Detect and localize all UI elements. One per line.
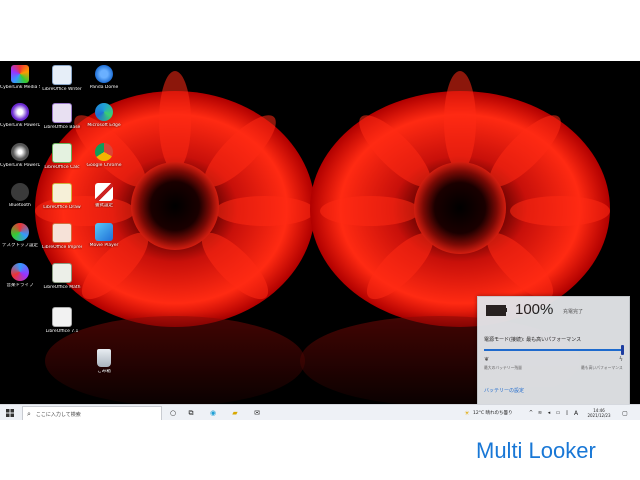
- brand-logo: Multi Looker: [476, 438, 596, 463]
- libreoffice-writer-icon: [52, 65, 72, 85]
- leaf-icon: ❦: [484, 356, 490, 363]
- libreoffice-math-icon: [52, 263, 72, 283]
- battery-tray-icon[interactable]: ▭: [554, 405, 562, 420]
- powerdirector-icon: [11, 143, 29, 161]
- ime-indicator[interactable]: A: [572, 405, 580, 420]
- recycle-bin-icon: [97, 349, 111, 367]
- speaker-icon[interactable]: ◂: [545, 405, 553, 420]
- tray-misc-icon[interactable]: ▯: [563, 405, 571, 420]
- notification-icon[interactable]: ▢: [619, 405, 631, 420]
- performance-icon: ϟ: [619, 356, 623, 363]
- taskbar: ⌕ ここに入力して検索 ○ ⧉ ◉ ▰ ✉ ☀ 12°C 晴れのち曇り ^ ≋ …: [0, 404, 640, 420]
- libreoffice-base-icon: [52, 103, 72, 123]
- desktop-screen: CyberLink Media Suite 10 LibreOffice Wri…: [0, 61, 640, 420]
- cyberlink-media-suite-icon: [11, 65, 29, 83]
- libreoffice-icon: [52, 307, 72, 327]
- mail-icon[interactable]: ✉: [250, 405, 264, 420]
- task-view-icon[interactable]: ⧉: [184, 405, 198, 420]
- desktop-icon-pen-tool[interactable]: 書式設定: [84, 183, 124, 208]
- bluetooth-icon: [11, 183, 29, 201]
- battery-icon: [486, 305, 506, 316]
- desktop-icon-libreoffice-math[interactable]: LibreOffice Math: [42, 263, 82, 290]
- desktop-icon-libreoffice[interactable]: LibreOffice 7.1: [42, 307, 82, 334]
- edge-icon: [95, 103, 113, 121]
- weather-icon[interactable]: ☀: [462, 405, 472, 420]
- cortana-icon[interactable]: ○: [166, 405, 180, 420]
- desktop-icon-libreoffice-writer[interactable]: LibreOffice Writer: [42, 65, 82, 92]
- tray-chevron-up-icon[interactable]: ^: [527, 405, 535, 420]
- desktop-icon-movie-player[interactable]: Movie Player: [84, 223, 124, 248]
- libreoffice-draw-icon: [52, 183, 72, 203]
- desktop-icon-libreoffice-draw[interactable]: LibreOffice Draw: [42, 183, 82, 210]
- movie-player-icon: [95, 223, 113, 241]
- desktop-icon-desktop-settings[interactable]: デスクトップ設定: [0, 223, 40, 248]
- battery-settings-link[interactable]: バッテリーの設定: [484, 387, 524, 394]
- clock[interactable]: 14:46 2021/12/23: [584, 405, 614, 420]
- desktop-icon-libreoffice-calc[interactable]: LibreOffice Calc: [42, 143, 82, 170]
- taskbar-edge-icon[interactable]: ◉: [206, 405, 220, 420]
- clock-date: 2021/12/23: [587, 413, 611, 418]
- chrome-icon: [95, 143, 113, 161]
- power-mode-label: 電源モード(接続): 最も高いパフォーマンス: [484, 337, 582, 343]
- panda-dome-icon: [95, 65, 113, 83]
- power-mode-slider-track[interactable]: [484, 349, 624, 351]
- desktop-icon-powerdvd[interactable]: CyberLink PowerDVD 12: [0, 103, 40, 128]
- desktop-icon-libreoffice-base[interactable]: LibreOffice Base: [42, 103, 82, 130]
- desktop-icon-chrome[interactable]: Google Chrome: [84, 143, 124, 168]
- desktop-icon-panda-dome[interactable]: Panda Dome: [84, 65, 124, 90]
- desktop-icon-bluetooth[interactable]: Bluetooth: [0, 183, 40, 208]
- libreoffice-calc-icon: [52, 143, 72, 163]
- pen-tool-icon: [95, 183, 113, 201]
- slider-right-label: 最も高いパフォーマンス: [581, 365, 623, 370]
- search-icon: ⌕: [27, 409, 31, 418]
- desktop-icon-music-drive[interactable]: 音楽ドライブ: [0, 263, 40, 288]
- battery-flyout: 100% 充電完了 電源モード(接続): 最も高いパフォーマンス ❦ ϟ 最大の…: [477, 296, 630, 406]
- power-mode-slider-thumb[interactable]: [621, 345, 624, 355]
- battery-percent: 100%: [515, 301, 554, 318]
- windows-logo-icon: [6, 409, 14, 417]
- slider-left-label: 最大のバッテリー残量: [484, 365, 522, 370]
- battery-tip: [505, 308, 507, 312]
- desktop-icon-edge[interactable]: Microsoft Edge: [84, 103, 124, 128]
- weather-text[interactable]: 12°C 晴れのち曇り: [473, 405, 523, 420]
- libreoffice-impress-icon: [52, 223, 72, 243]
- desktop-icon-cyberlink-media-suite[interactable]: CyberLink Media Suite 10: [0, 65, 40, 90]
- taskbar-search-box[interactable]: ⌕ ここに入力して検索: [22, 406, 162, 420]
- desktop-icon-powerdirector[interactable]: CyberLink PowerDirector: [0, 143, 40, 168]
- network-icon[interactable]: ≋: [536, 405, 544, 420]
- desktop-settings-icon: [11, 223, 29, 241]
- desktop-icon-libreoffice-impress[interactable]: LibreOffice Impress: [42, 223, 82, 250]
- battery-status: 充電完了: [563, 309, 584, 315]
- search-placeholder: ここに入力して検索: [35, 411, 81, 418]
- powerdvd-icon: [11, 103, 29, 121]
- file-explorer-icon[interactable]: ▰: [228, 405, 242, 420]
- desktop-icon-recycle-bin[interactable]: ごみ箱: [84, 349, 124, 374]
- music-drive-icon: [11, 263, 29, 281]
- start-button[interactable]: [3, 405, 17, 420]
